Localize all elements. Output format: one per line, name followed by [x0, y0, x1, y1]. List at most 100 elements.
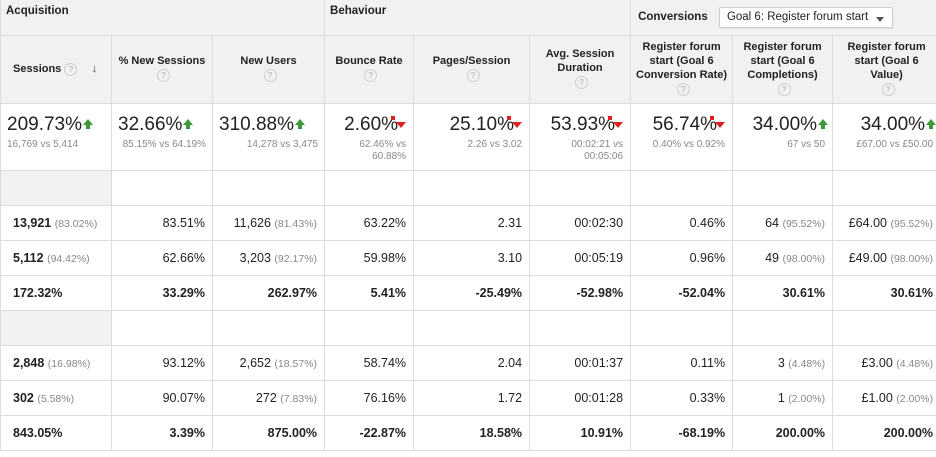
column-header-2[interactable]: New Users?: [211, 34, 326, 104]
summary-cell: 2.60% 62.46% vs 60.88%: [324, 102, 415, 171]
table-cell: 33.29%: [111, 274, 213, 311]
summary-change: 34.00%: [739, 113, 829, 136]
cell-value: 200.00%: [883, 425, 934, 440]
table-cell: 83.51%: [111, 204, 213, 241]
arrow-up-stem: [298, 125, 303, 130]
help-icon[interactable]: ?: [263, 68, 277, 82]
column-header-label: Register forum start (Goal 6 Completions…: [743, 41, 822, 81]
column-header-5[interactable]: Avg. Session Duration?: [529, 34, 632, 104]
table-cell: -25.49%: [413, 274, 531, 311]
arrow-down-stem: [608, 116, 613, 121]
arrow-down-icon: [507, 114, 523, 135]
cell-value: 1: [777, 390, 785, 405]
cell-value: 302: [13, 390, 34, 405]
arrow-down-head: [396, 122, 407, 129]
column-header-8[interactable]: Register forum start (Goal 6 Value)?: [832, 34, 936, 104]
cell-value: 76.16%: [363, 390, 407, 405]
table-cell: £49.00 (98.00%): [832, 239, 936, 276]
table-cell: 2.04: [413, 344, 531, 381]
table-cell: 30.61%: [732, 274, 834, 311]
table-cell: 59.98%: [324, 239, 415, 276]
summary-change: 32.66%: [118, 114, 206, 136]
help-icon[interactable]: ?: [64, 62, 78, 76]
cell-percent: (2.00%): [788, 392, 826, 405]
cell-percent: (95.52%): [782, 217, 826, 230]
table-cell: 3.39%: [111, 414, 213, 451]
cell-value: 13,921: [13, 215, 52, 230]
summary-row: 209.73% 16,769 vs 5,414 32.66% 85.15% vs 64…: [0, 102, 936, 171]
help-icon[interactable]: ?: [881, 82, 895, 96]
cell-percent: (83.02%): [54, 217, 98, 230]
summary-change: 209.73%: [7, 114, 105, 136]
column-header-label: New Users: [240, 55, 297, 68]
table-cell: -68.19%: [630, 414, 734, 451]
arrow-down-stem: [710, 116, 715, 121]
help-icon[interactable]: ?: [466, 68, 480, 82]
column-header-3[interactable]: Bounce Rate?: [324, 34, 415, 104]
help-icon[interactable]: ?: [364, 68, 378, 82]
table-cell: 76.16%: [324, 379, 415, 416]
cell-value: 2.04: [497, 355, 523, 370]
spacer-cell: [413, 169, 531, 206]
table-cell: 5,112 (94.42%): [0, 239, 112, 276]
summary-change: 25.10%: [420, 114, 523, 136]
cell-value: 272: [255, 390, 277, 405]
help-icon[interactable]: ?: [575, 75, 589, 89]
summary-change-value: 34.00%: [752, 113, 818, 135]
summary-change: 310.88%: [219, 114, 318, 136]
column-header-row: Sessions? ↓% New Sessions? New Users? Bounc…: [0, 34, 936, 104]
table-cell: £1.00 (2.00%): [832, 379, 936, 416]
sort-arrow-down-icon[interactable]: ↓: [91, 61, 97, 76]
arrow-down-icon: [608, 114, 624, 135]
cell-value: 00:01:37: [574, 355, 624, 370]
arrow-down-icon: [391, 114, 407, 135]
help-icon[interactable]: ?: [676, 82, 690, 96]
column-header-7[interactable]: Register forum start (Goal 6 Completions…: [732, 34, 834, 104]
cell-value: 0.33%: [689, 390, 726, 405]
cell-percent: (16.98%): [47, 357, 91, 370]
goal-select-dropdown[interactable]: Goal 6: Register forum start: [718, 6, 894, 28]
column-header-label: Register forum start (Goal 6 Conversion …: [636, 41, 728, 81]
cell-value: 58.74%: [363, 355, 407, 370]
cell-value: -52.98%: [576, 285, 624, 300]
table-cell: 2.31: [413, 204, 531, 241]
table-cell: 3.10: [413, 239, 531, 276]
column-header-1[interactable]: % New Sessions?: [111, 34, 213, 104]
cell-value: 90.07%: [162, 390, 205, 405]
spacer-cell: [0, 309, 112, 346]
summary-change: 56.74%: [637, 114, 726, 136]
table-cell: £3.00 (4.48%): [832, 344, 936, 381]
arrow-up-icon: [925, 114, 936, 135]
table-cell: 0.96%: [630, 239, 734, 276]
group-behaviour: Behaviour: [324, 0, 632, 36]
cell-value: 00:02:30: [574, 215, 624, 230]
table-cell: 5.41%: [324, 274, 415, 311]
spacer-cell: [732, 169, 834, 206]
spacer-cell: [832, 169, 936, 206]
table-cell: 00:05:19: [529, 239, 632, 276]
segment-spacer-row: [0, 169, 936, 206]
cell-percent: (98.00%): [890, 252, 934, 265]
cell-value: 875.00%: [267, 425, 318, 440]
table-cell: 10.91%: [529, 414, 632, 451]
summary-change: 53.93%: [536, 114, 624, 136]
column-header-4[interactable]: Pages/Session?: [413, 34, 531, 104]
table-cell: 2,652 (18.57%): [211, 344, 326, 381]
spacer-cell: [324, 309, 415, 346]
cell-percent: (98.00%): [782, 252, 826, 265]
cell-percent: (92.17%): [274, 252, 318, 265]
arrow-up-stem: [929, 125, 934, 130]
table-cell: 200.00%: [832, 414, 936, 451]
cell-value: 5.41%: [370, 285, 407, 300]
summary-change-value: 34.00%: [860, 113, 926, 135]
summary-change-value: 209.73%: [7, 113, 83, 135]
summary-change-value: 310.88%: [219, 113, 295, 135]
arrow-down-head: [613, 122, 624, 129]
cell-value: 2.31: [497, 215, 523, 230]
change-row: 843.05% 3.39% 875.00% -22.87% 18.58% 10.91% -6…: [0, 414, 936, 451]
goal-select-value: Goal 6: Register forum start: [726, 10, 869, 23]
help-icon[interactable]: ?: [777, 82, 791, 96]
column-header-0[interactable]: Sessions? ↓: [0, 34, 112, 104]
column-header-6[interactable]: Register forum start (Goal 6 Conversion …: [630, 34, 734, 104]
help-icon[interactable]: ?: [157, 68, 170, 82]
